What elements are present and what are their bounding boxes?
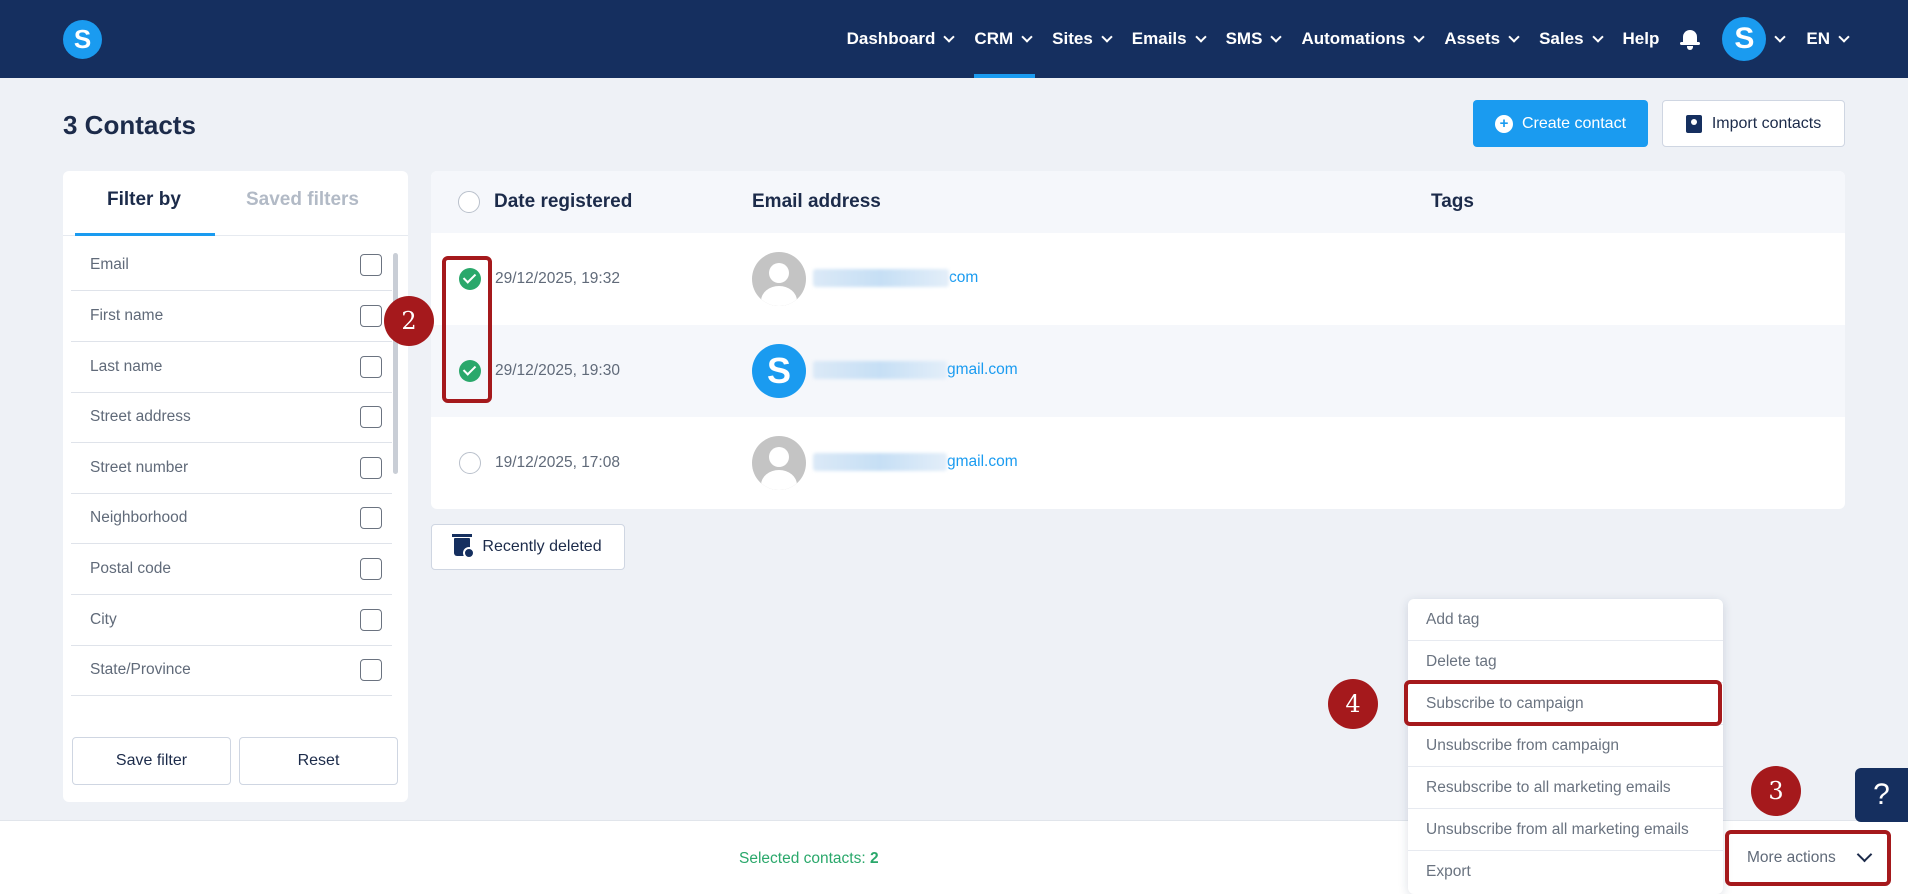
user-menu-chevron[interactable]: [1774, 0, 1787, 78]
step-badge-2: 2: [384, 296, 434, 346]
filter-row-first-name: First name: [71, 291, 392, 342]
recently-deleted-button[interactable]: Recently deleted: [431, 524, 625, 570]
filter-checkbox[interactable]: [360, 457, 382, 479]
nav-sms[interactable]: SMS: [1226, 0, 1283, 78]
menu-item-delete-tag[interactable]: Delete tag: [1408, 641, 1723, 683]
app-logo[interactable]: S: [63, 20, 102, 59]
column-date-registered[interactable]: Date registered: [494, 191, 632, 213]
filter-panel: Filter by Saved filters Email First name…: [63, 171, 408, 802]
filter-scrollbar[interactable]: [393, 253, 398, 474]
row-date: 29/12/2025, 19:30: [495, 362, 620, 379]
chevron-down-icon: [1101, 31, 1113, 43]
menu-item-unsubscribe-from-campaign[interactable]: Unsubscribe from campaign: [1408, 725, 1723, 767]
chevron-down-icon: [1021, 31, 1033, 43]
row-email-link[interactable]: gmail.com: [813, 361, 1018, 379]
filter-row-city: City: [71, 595, 392, 646]
tab-saved-filters[interactable]: Saved filters: [246, 189, 359, 211]
chevron-down-icon: [1591, 31, 1604, 43]
step-badge-3: 3: [1751, 766, 1801, 816]
table-row[interactable]: 29/12/2025, 19:32 com: [431, 233, 1845, 325]
blurred-email: [813, 269, 949, 287]
chevron-down-icon: [1413, 31, 1425, 43]
chevron-down-icon: [1838, 31, 1850, 43]
trash-clock-icon: [452, 534, 476, 559]
filter-row-neighborhood: Neighborhood: [71, 493, 392, 544]
page-title: 3 Contacts: [63, 110, 196, 140]
nav-crm[interactable]: CRM: [974, 0, 1035, 78]
row-email-link[interactable]: com: [813, 269, 978, 287]
menu-item-export[interactable]: Export: [1408, 851, 1723, 893]
user-avatar[interactable]: S: [1722, 17, 1767, 61]
top-navbar: S Dashboard CRM Sites Emails SMS Automat…: [0, 0, 1908, 78]
nav-sites[interactable]: Sites: [1052, 0, 1113, 78]
nav-emails[interactable]: Emails: [1132, 0, 1207, 78]
chevron-down-icon: [1856, 846, 1873, 863]
column-tags[interactable]: Tags: [1431, 191, 1474, 213]
selected-contacts-count: Selected contacts: 2: [739, 850, 879, 867]
contact-card-icon: [1685, 114, 1702, 133]
filter-checkbox[interactable]: [360, 659, 382, 681]
brand-avatar: S: [752, 344, 806, 398]
bell-icon[interactable]: [1680, 28, 1701, 50]
chevron-down-icon: [1508, 31, 1520, 43]
row-select-radio[interactable]: [459, 452, 481, 474]
menu-item-add-tag[interactable]: Add tag: [1408, 599, 1723, 641]
nav-automations[interactable]: Automations: [1301, 0, 1425, 78]
column-email-address[interactable]: Email address: [752, 191, 881, 213]
contacts-table: Date registered Email address Tags 29/12…: [431, 171, 1845, 509]
import-contacts-button[interactable]: Import contacts: [1662, 100, 1845, 147]
row-email-link[interactable]: gmail.com: [813, 453, 1018, 471]
language-selector[interactable]: EN: [1806, 0, 1850, 78]
row-date: 29/12/2025, 19:32: [495, 270, 620, 287]
menu-item-unsubscribe-all[interactable]: Unsubscribe from all marketing emails: [1408, 809, 1723, 851]
blurred-email: [813, 361, 947, 379]
nav-sales[interactable]: Sales: [1539, 0, 1604, 78]
plus-circle-icon: +: [1494, 114, 1513, 133]
chevron-down-icon: [1774, 31, 1787, 43]
default-avatar-icon: [752, 436, 806, 490]
filter-checkbox[interactable]: [360, 356, 382, 378]
blurred-email: [813, 453, 947, 471]
default-avatar-icon: [752, 252, 806, 306]
table-row[interactable]: 19/12/2025, 17:08 gmail.com: [431, 417, 1845, 509]
filter-row-postal-code: Postal code: [71, 544, 392, 595]
more-actions-menu: Add tag Delete tag Subscribe to campaign…: [1408, 599, 1723, 894]
chevron-down-icon: [1270, 31, 1283, 43]
filter-checkbox[interactable]: [360, 609, 382, 631]
menu-item-subscribe-to-campaign[interactable]: Subscribe to campaign: [1408, 683, 1723, 725]
active-tab-indicator: [75, 233, 215, 236]
save-filter-button[interactable]: Save filter: [72, 737, 231, 785]
filter-row-last-name: Last name: [71, 342, 392, 393]
main-nav: Dashboard CRM Sites Emails SMS Automatio…: [847, 0, 1908, 78]
menu-item-resubscribe-all[interactable]: Resubscribe to all marketing emails: [1408, 767, 1723, 809]
more-actions-button[interactable]: More actions: [1729, 833, 1887, 883]
step-badge-4: 4: [1328, 679, 1378, 729]
row-select-checked[interactable]: [459, 268, 481, 290]
tab-filter-by[interactable]: Filter by: [107, 189, 181, 211]
filter-row-street-address: Street address: [71, 392, 392, 443]
select-all-radio[interactable]: [458, 191, 480, 213]
filter-row-street-number: Street number: [71, 443, 392, 494]
nav-help[interactable]: Help: [1623, 0, 1660, 78]
nav-assets[interactable]: Assets: [1444, 0, 1520, 78]
filter-row-email: Email: [71, 240, 392, 291]
row-select-checked[interactable]: [459, 360, 481, 382]
help-button[interactable]: ?: [1855, 768, 1908, 822]
chevron-down-icon: [943, 31, 956, 43]
filter-checkbox[interactable]: [360, 507, 382, 529]
reset-button[interactable]: Reset: [239, 737, 398, 785]
create-contact-button[interactable]: + Create contact: [1473, 100, 1648, 147]
table-header: Date registered Email address Tags: [431, 171, 1845, 233]
chevron-down-icon: [1194, 31, 1207, 43]
filter-checkbox[interactable]: [360, 558, 382, 580]
row-date: 19/12/2025, 17:08: [495, 454, 620, 471]
filter-checkbox[interactable]: [360, 406, 382, 428]
nav-dashboard[interactable]: Dashboard: [847, 0, 956, 78]
table-row[interactable]: 29/12/2025, 19:30 S gmail.com: [431, 325, 1845, 417]
filter-checkbox[interactable]: [360, 305, 382, 327]
filter-row-state-province: State/Province: [71, 645, 392, 696]
filter-checkbox[interactable]: [360, 254, 382, 276]
